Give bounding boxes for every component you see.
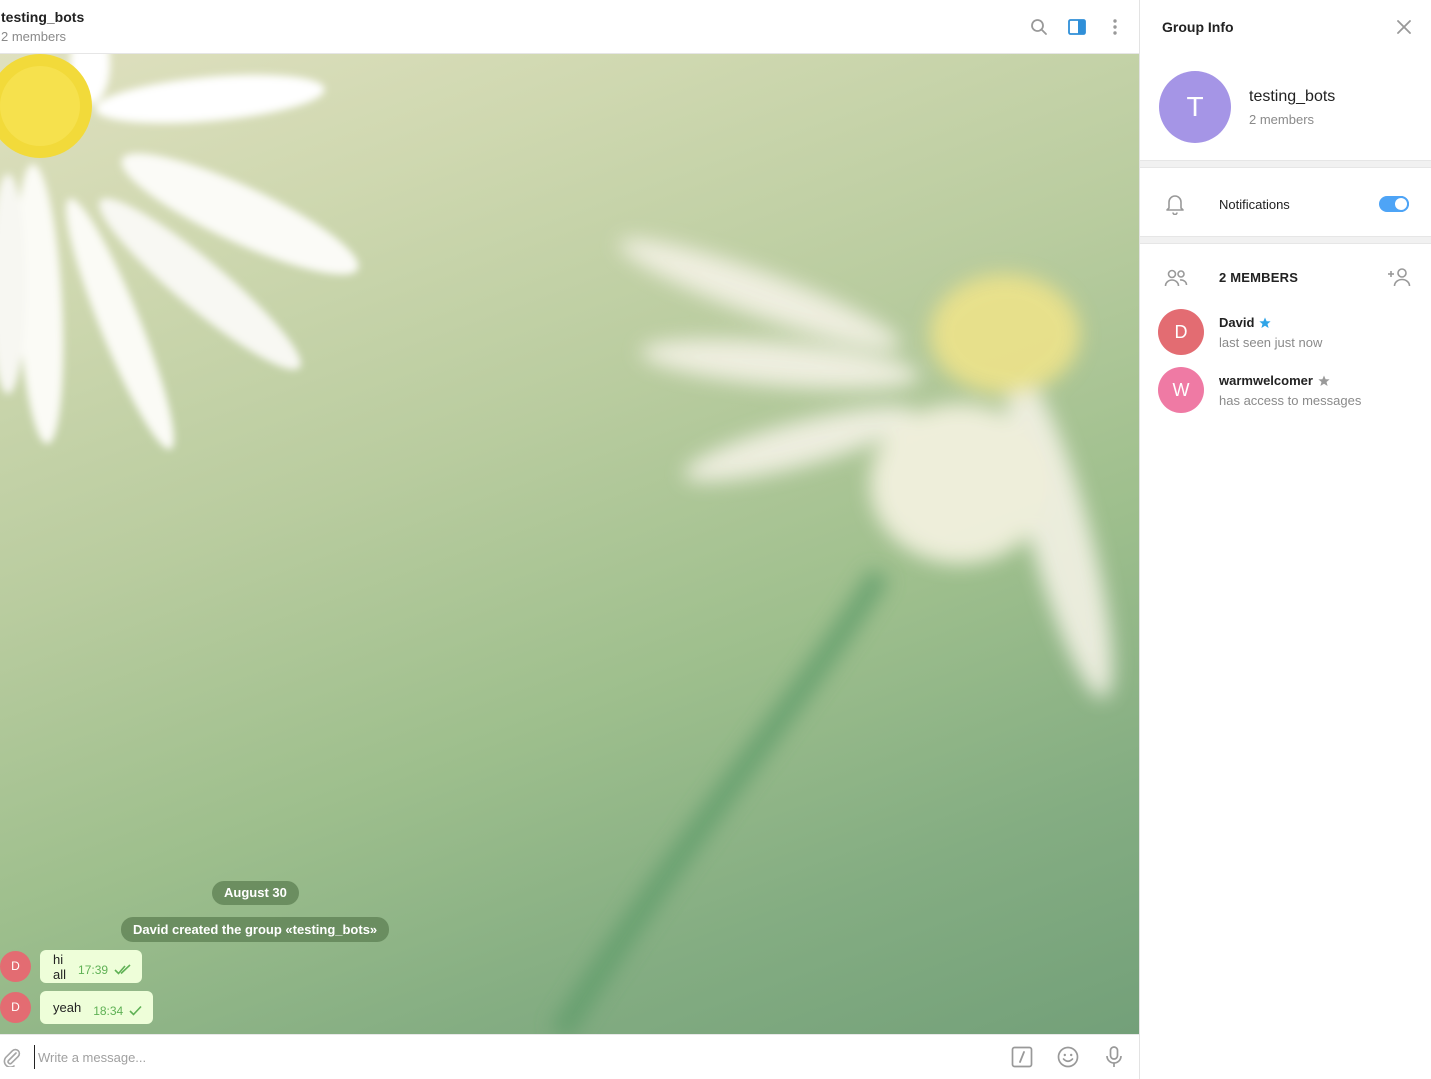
notifications-row[interactable]: Notifications bbox=[1140, 170, 1431, 236]
notifications-label: Notifications bbox=[1219, 197, 1290, 212]
search-icon[interactable] bbox=[1027, 15, 1051, 39]
close-icon[interactable] bbox=[1393, 16, 1415, 38]
member-item[interactable]: D David last seen just now bbox=[1140, 309, 1431, 361]
member-name-text: David bbox=[1219, 315, 1255, 330]
avatar[interactable]: D bbox=[0, 992, 31, 1023]
section-divider bbox=[1140, 160, 1431, 168]
message-bubble[interactable]: hi all 17:39 bbox=[40, 950, 143, 983]
add-member-icon[interactable] bbox=[1386, 265, 1412, 289]
emoji-icon[interactable] bbox=[1056, 1045, 1080, 1069]
sidebar-toggle-icon[interactable] bbox=[1065, 15, 1089, 39]
double-check-icon bbox=[114, 964, 132, 975]
members-heading: 2 MEMBERS bbox=[1219, 270, 1299, 285]
toggle-knob bbox=[1393, 196, 1409, 212]
star-icon bbox=[1318, 375, 1330, 387]
check-icon bbox=[129, 1005, 143, 1016]
group-name: testing_bots bbox=[1249, 88, 1336, 105]
bell-icon bbox=[1165, 193, 1185, 220]
members-icon bbox=[1164, 269, 1188, 292]
member-name: warmwelcomer bbox=[1219, 373, 1330, 388]
message-time: 18:34 bbox=[93, 1003, 124, 1018]
member-status: last seen just now bbox=[1219, 335, 1323, 350]
service-message: David created the group «testing_bots» bbox=[121, 917, 390, 942]
message-time: 17:39 bbox=[78, 962, 109, 977]
panel-title: Group Info bbox=[1162, 19, 1234, 35]
group-avatar[interactable]: T bbox=[1159, 71, 1231, 143]
message-text: yeah bbox=[53, 1000, 82, 1015]
chat-area: testing_bots 2 members August 30 David c… bbox=[0, 0, 1139, 1079]
section-divider bbox=[1140, 236, 1431, 244]
chat-member-count[interactable]: 2 members bbox=[1, 29, 66, 44]
wallpaper-flowers bbox=[0, 54, 1113, 1034]
date-separator: August 30 bbox=[212, 881, 299, 905]
notifications-toggle[interactable] bbox=[1379, 196, 1409, 212]
message-input[interactable] bbox=[34, 1045, 994, 1069]
avatar[interactable]: D bbox=[1158, 309, 1204, 355]
message-bubble[interactable]: yeah 18:34 bbox=[40, 991, 154, 1024]
paperclip-icon[interactable] bbox=[0, 1045, 24, 1069]
microphone-icon[interactable] bbox=[1102, 1045, 1126, 1069]
more-vertical-icon[interactable] bbox=[1103, 15, 1127, 39]
avatar[interactable]: W bbox=[1158, 367, 1204, 413]
member-item[interactable]: W warmwelcomer has access to messages bbox=[1140, 367, 1431, 419]
composer-bar bbox=[0, 1034, 1139, 1079]
bot-command-icon[interactable] bbox=[1010, 1045, 1034, 1069]
member-status: has access to messages bbox=[1219, 393, 1362, 408]
member-name-text: warmwelcomer bbox=[1219, 373, 1313, 388]
chat-title[interactable]: testing_bots bbox=[1, 9, 84, 25]
chat-wallpaper: August 30 David created the group «testi… bbox=[0, 54, 1139, 1034]
group-info-panel: Group Info T testing_bots 2 members Noti… bbox=[1139, 0, 1431, 1079]
avatar[interactable]: D bbox=[0, 951, 31, 982]
chat-header[interactable]: testing_bots 2 members bbox=[0, 0, 1139, 54]
message-text: hi all bbox=[53, 951, 67, 982]
admin-star-icon bbox=[1259, 317, 1272, 329]
member-name: David bbox=[1219, 315, 1272, 330]
group-member-count: 2 members bbox=[1249, 112, 1315, 127]
